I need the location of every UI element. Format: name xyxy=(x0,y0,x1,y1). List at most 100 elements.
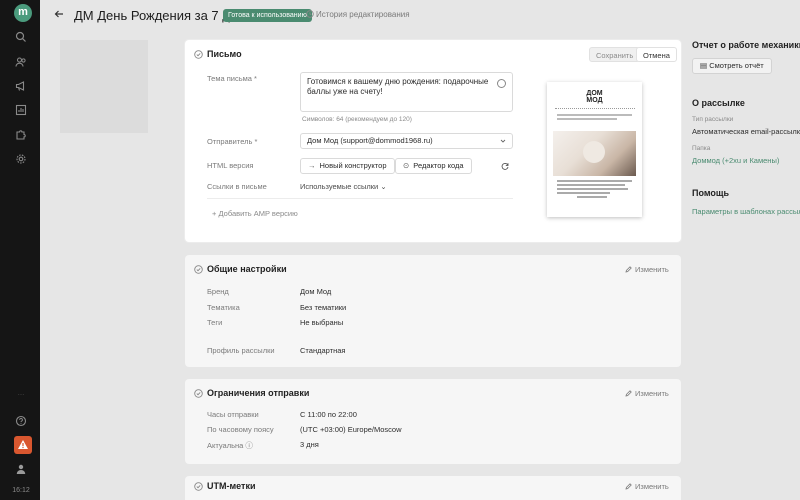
info-icon[interactable]: ⓘ xyxy=(245,441,253,450)
profile-value: Стандартная xyxy=(300,346,346,355)
letter-card-title: Письмо xyxy=(207,49,242,59)
sender-value: Дом Мод (support@dommod1968.ru) xyxy=(307,136,433,145)
tags-value: Не выбраны xyxy=(300,318,344,327)
main-area: ДМ День Рождения за 7 дней Готова к испо… xyxy=(40,0,800,500)
utm-title: UTM-метки xyxy=(207,481,256,491)
code-icon: ⊙ xyxy=(403,161,410,170)
help-icon[interactable] xyxy=(15,415,27,427)
check-circle-icon xyxy=(194,265,203,274)
html-version-label: HTML версия xyxy=(207,161,254,170)
arrow-right-icon: → xyxy=(308,161,316,170)
preview-nav-line xyxy=(555,108,635,110)
code-editor-label: Редактор кода xyxy=(413,161,464,170)
left-panel-placeholder xyxy=(60,40,148,133)
help-title: Помощь xyxy=(692,188,730,198)
pencil-icon xyxy=(625,266,632,273)
settings-gear-icon[interactable] xyxy=(15,153,27,165)
utm-edit-link[interactable]: Изменить xyxy=(625,482,669,491)
preview-body-lines xyxy=(557,180,632,200)
warning-icon[interactable] xyxy=(14,436,32,454)
check-circle-icon xyxy=(194,50,203,59)
mailing-type-value: Автоматическая email-рассылка xyxy=(692,127,800,136)
check-circle-icon xyxy=(194,389,203,398)
view-report-button[interactable]: ▤ Смотреть отчёт xyxy=(692,58,772,74)
brand-label: Бренд xyxy=(207,287,229,296)
send-hours-value: С 11:00 по 22:00 xyxy=(300,410,357,419)
plus-icon: + xyxy=(212,209,217,218)
preview-cake-shape xyxy=(583,141,605,163)
app-sidebar: m … 16:12 xyxy=(0,0,40,500)
actuality-label: Актуальна ⓘ xyxy=(207,440,253,451)
profile-label: Профиль рассылки xyxy=(207,346,275,355)
folder-link[interactable]: Доммод (+2xu и Камены) xyxy=(692,156,779,165)
help-link[interactable]: Параметры в шаблонах рассылок xyxy=(692,207,800,216)
chevron-down-icon xyxy=(500,139,506,143)
emoji-icon[interactable] xyxy=(497,79,506,88)
utm-card: UTM-метки Изменить xyxy=(185,476,681,500)
back-arrow-icon[interactable] xyxy=(53,8,65,20)
add-amp-version-button[interactable]: + Добавить AMP версию xyxy=(212,209,298,218)
folder-label: Папка xyxy=(692,145,711,152)
timezone-label: По часовому поясу xyxy=(207,425,274,434)
general-edit-link[interactable]: Изменить xyxy=(625,265,669,274)
preview-text-lines xyxy=(557,114,632,124)
refresh-icon[interactable] xyxy=(501,162,509,170)
utm-edit-label: Изменить xyxy=(635,482,669,491)
sidebar-more-dots: … xyxy=(17,390,25,397)
mailing-type-label: Тип рассылки xyxy=(692,116,734,123)
view-report-label: Смотреть отчёт xyxy=(709,61,764,70)
timezone-value: (UTC +03:00) Europe/Moscow xyxy=(300,425,402,434)
megaphone-icon[interactable] xyxy=(15,80,27,92)
cancel-button[interactable]: Отмена xyxy=(636,47,677,62)
char-count: Символов: 64 (рекомендуем до 120) xyxy=(302,116,412,123)
report-icon: ▤ xyxy=(700,61,708,70)
send-hours-label: Часы отправки xyxy=(207,410,259,419)
users-icon[interactable] xyxy=(15,56,27,68)
email-preview-thumbnail[interactable]: ДОМ МОД xyxy=(547,82,642,217)
code-editor-button[interactable]: ⊙ Редактор кода xyxy=(395,158,472,174)
used-links-label: Используемые ссылки xyxy=(300,182,379,191)
puzzle-icon[interactable] xyxy=(15,129,27,141)
used-links-dropdown[interactable]: Используемые ссылки ⌄ xyxy=(300,182,387,191)
topic-label: Тематика xyxy=(207,303,240,312)
preview-logo-line1: ДОМ xyxy=(586,90,603,97)
general-edit-label: Изменить xyxy=(635,265,669,274)
app-logo[interactable]: m xyxy=(14,4,32,22)
actuality-value: 3 дня xyxy=(300,440,319,449)
actuality-label-text: Актуальна xyxy=(207,441,244,450)
limits-edit-label: Изменить xyxy=(635,389,669,398)
limits-edit-link[interactable]: Изменить xyxy=(625,389,669,398)
preview-hero-image xyxy=(553,131,636,176)
save-button[interactable]: Сохранить xyxy=(589,47,641,62)
sender-label: Отправитель * xyxy=(207,137,258,146)
subject-text: Готовимся к вашему дню рождения: подароч… xyxy=(307,77,489,96)
clock-time: 16:12 xyxy=(12,487,30,494)
divider xyxy=(207,198,513,199)
preview-logo: ДОМ МОД xyxy=(547,90,642,104)
preview-logo-line2: МОД xyxy=(586,97,603,104)
subject-label: Тема письма * xyxy=(207,74,257,83)
general-settings-title: Общие настройки xyxy=(207,264,287,274)
subject-input[interactable]: Готовимся к вашему дню рождения: подароч… xyxy=(300,72,513,112)
links-label: Ссылки в письме xyxy=(207,182,267,191)
new-builder-button[interactable]: → Новый конструктор xyxy=(300,158,395,174)
brand-value: Дом Мод xyxy=(300,287,332,296)
letter-card: Письмо Сохранить Отмена Тема письма * Го… xyxy=(185,40,681,242)
report-title: Отчет о работе механики xyxy=(692,40,800,50)
pencil-icon xyxy=(625,390,632,397)
general-settings-card: Общие настройки Изменить Бренд Дом Мод Т… xyxy=(185,255,681,367)
profile-icon[interactable] xyxy=(15,463,27,475)
check-circle-icon xyxy=(194,482,203,491)
sending-limits-title: Ограничения отправки xyxy=(207,388,310,398)
sender-select[interactable]: Дом Мод (support@dommod1968.ru) xyxy=(300,133,513,149)
sending-limits-card: Ограничения отправки Изменить Часы отпра… xyxy=(185,379,681,464)
status-badge: Готова к использованию xyxy=(223,9,312,22)
topic-value: Без тематики xyxy=(300,303,347,312)
chevron-down-icon: ⌄ xyxy=(380,182,387,191)
edit-history-link[interactable]: История редактирования xyxy=(306,10,410,19)
analytics-icon[interactable] xyxy=(15,104,27,116)
add-amp-label: Добавить AMP версию xyxy=(218,209,298,218)
tags-label: Теги xyxy=(207,318,223,327)
search-icon[interactable] xyxy=(15,31,27,43)
about-title: О рассылке xyxy=(692,98,745,108)
